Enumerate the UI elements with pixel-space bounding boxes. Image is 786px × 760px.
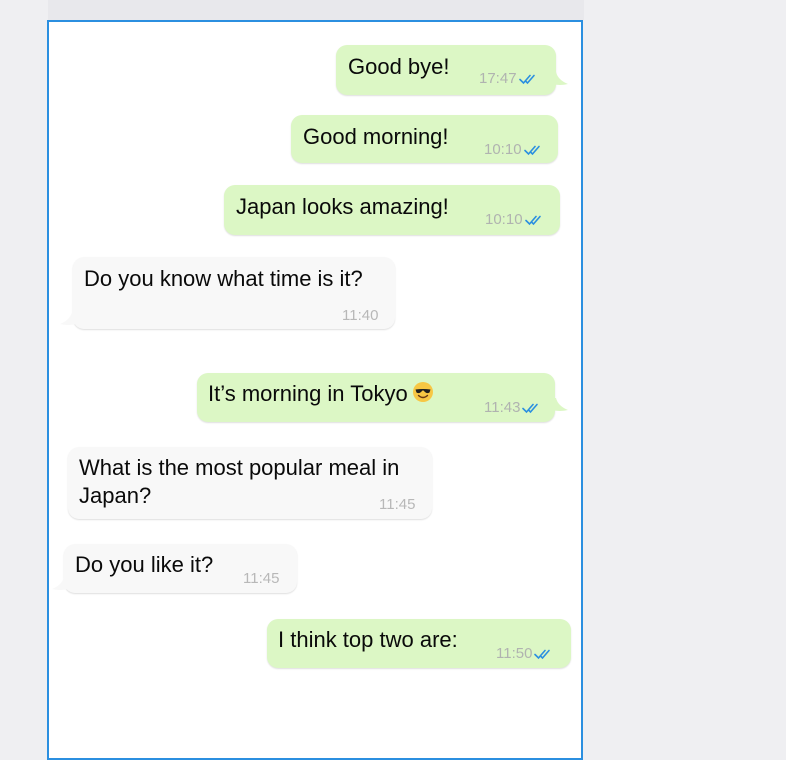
incoming-message-bubble[interactable]: Do you know what time is it? 11:40 xyxy=(73,257,395,329)
bubble-tail xyxy=(60,312,76,325)
outgoing-message-bubble[interactable]: I think top two are: 11:50 xyxy=(267,619,571,668)
outgoing-message-bubble[interactable]: It’s morning in Tokyo 11:43 xyxy=(197,373,555,422)
message-meta: 17:47 xyxy=(479,65,539,93)
message-text: Good bye! xyxy=(348,54,450,79)
message-meta: 11:43 xyxy=(484,394,542,422)
message-text-content: It’s morning in Tokyo xyxy=(208,381,408,406)
message-text: Do you know what time is it? xyxy=(84,266,363,291)
message-meta: 11:45 xyxy=(379,491,415,519)
message-text: Good morning! xyxy=(303,124,449,149)
message-text: It’s morning in Tokyo xyxy=(208,380,434,408)
message-time: 11:45 xyxy=(379,496,416,513)
message-meta: 11:50 xyxy=(496,640,554,668)
read-double-tick-icon xyxy=(518,74,535,85)
message-time: 11:45 xyxy=(243,570,280,587)
message-meta: 11:45 xyxy=(243,565,279,593)
bubble-tail xyxy=(552,72,568,85)
message-time: 10:10 xyxy=(485,211,523,228)
message-time: 11:40 xyxy=(342,307,379,324)
bubble-tail xyxy=(52,577,68,590)
read-double-tick-icon xyxy=(522,403,539,414)
incoming-message-bubble[interactable]: What is the most popular meal in Japan? … xyxy=(68,447,432,519)
top-strip xyxy=(48,0,584,20)
message-text: Do you like it? xyxy=(75,552,214,577)
message-meta: 11:40 xyxy=(342,302,378,330)
message-text-line-1: What is the most popular meal in xyxy=(79,455,400,480)
outgoing-message-bubble[interactable]: Good bye! 17:47 xyxy=(336,45,556,95)
read-double-tick-icon xyxy=(523,145,540,156)
message-time: 11:50 xyxy=(496,645,533,662)
message-time: 10:10 xyxy=(484,141,522,158)
smiling-face-with-sunglasses-emoji xyxy=(412,382,433,402)
bubble-tail xyxy=(552,398,568,411)
outgoing-message-bubble[interactable]: Good morning! 10:10 xyxy=(291,115,558,163)
read-double-tick-icon xyxy=(524,215,541,226)
outgoing-message-bubble[interactable]: Japan looks amazing! 10:10 xyxy=(224,185,560,235)
message-time: 11:43 xyxy=(484,399,521,416)
message-meta: 10:10 xyxy=(484,136,544,164)
message-meta: 10:10 xyxy=(485,206,545,234)
message-text: I think top two are: xyxy=(278,627,458,652)
read-double-tick-icon xyxy=(534,649,551,660)
message-time: 17:47 xyxy=(479,70,517,87)
incoming-message-bubble[interactable]: Do you like it? 11:45 xyxy=(64,544,297,593)
message-text: Japan looks amazing! xyxy=(236,194,449,219)
message-text-line-2: Japan? xyxy=(79,483,152,508)
